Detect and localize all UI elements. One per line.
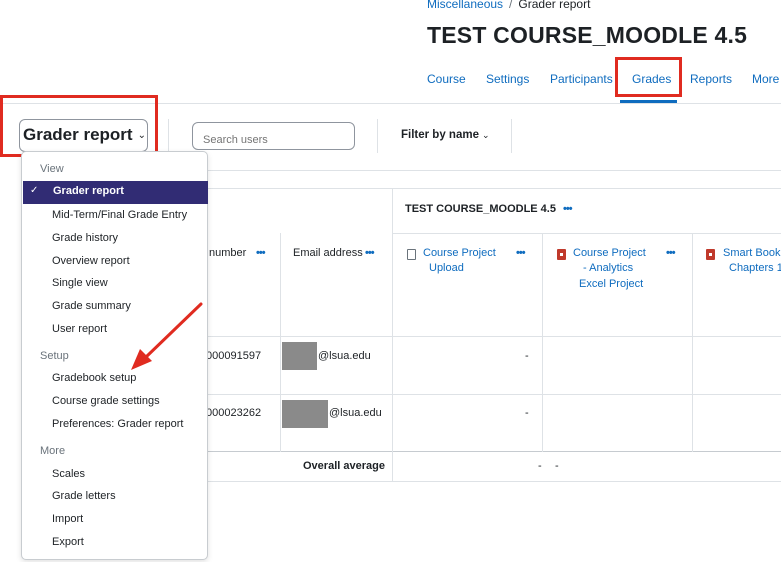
annotation-arrow-head (131, 349, 152, 370)
annotation-arrow (131, 302, 203, 370)
annotation-arrow-shaft (144, 302, 203, 359)
